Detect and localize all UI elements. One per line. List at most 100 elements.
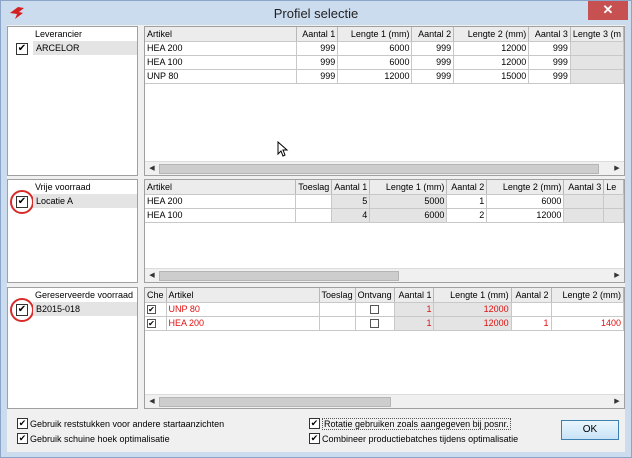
col-header[interactable]: Lengte 2 (mm) xyxy=(486,180,565,195)
cell[interactable] xyxy=(570,55,624,70)
col-header[interactable]: Che xyxy=(145,288,167,303)
cell[interactable] xyxy=(319,302,356,317)
cell[interactable]: 2 xyxy=(446,208,488,223)
cell[interactable]: 999 xyxy=(296,55,339,70)
cell[interactable] xyxy=(295,208,333,223)
cell[interactable] xyxy=(603,194,624,209)
cell[interactable] xyxy=(295,194,333,209)
cell[interactable]: HEA 200 xyxy=(145,194,297,209)
cell[interactable]: 999 xyxy=(411,41,455,56)
cell[interactable] xyxy=(551,302,624,317)
col-header[interactable]: Lengte 2 (mm) xyxy=(551,288,624,303)
col-header[interactable]: Aantal 3 xyxy=(563,180,605,195)
combine-batches-checkbox[interactable]: ✔ xyxy=(309,433,320,445)
cell[interactable] xyxy=(563,208,605,223)
scroll-thumb[interactable] xyxy=(159,164,599,174)
title-bar[interactable]: Profiel selectie ✕ xyxy=(1,1,631,25)
col-header[interactable]: Lengte 3 (m xyxy=(570,27,624,42)
row-check-cell[interactable]: ✔ xyxy=(145,302,167,317)
cell[interactable]: 12000 xyxy=(453,41,530,56)
row-check-checkbox[interactable]: ✔ xyxy=(147,305,156,315)
supplier-item[interactable]: ARCELOR xyxy=(33,41,137,55)
combine-batches-option[interactable]: ✔ Combineer productiebatches tijdens opti… xyxy=(309,432,518,446)
received-cell[interactable] xyxy=(355,302,395,317)
cell[interactable]: 1 xyxy=(394,302,435,317)
row-check-checkbox[interactable]: ✔ xyxy=(147,319,156,329)
cell[interactable]: 1400 xyxy=(551,316,624,331)
scroll-thumb[interactable] xyxy=(159,271,399,281)
cell[interactable]: 6000 xyxy=(369,208,448,223)
received-checkbox[interactable] xyxy=(369,319,379,329)
horizontal-scrollbar[interactable]: ◀ ▶ xyxy=(145,161,624,175)
cell[interactable]: 12000 xyxy=(433,302,512,317)
scroll-left-icon[interactable]: ◀ xyxy=(147,164,157,174)
cell[interactable]: 999 xyxy=(528,41,571,56)
cell[interactable]: 1 xyxy=(394,316,435,331)
cell[interactable]: UNP 80 xyxy=(145,69,297,84)
col-header[interactable]: Toeslag xyxy=(319,288,356,303)
cell[interactable] xyxy=(570,69,624,84)
use-remnants-checkbox[interactable]: ✔ xyxy=(17,418,28,430)
scroll-right-icon[interactable]: ▶ xyxy=(612,397,622,407)
supplier-checkbox[interactable]: ✔ xyxy=(16,43,28,55)
col-header[interactable]: Aantal 1 xyxy=(331,180,371,195)
col-header[interactable]: Lengte 1 (mm) xyxy=(337,27,413,42)
row-check-cell[interactable]: ✔ xyxy=(145,316,167,331)
cell[interactable]: 999 xyxy=(411,55,455,70)
cell[interactable] xyxy=(603,208,624,223)
table-row[interactable]: HEA 200 999 6000 999 12000 999 xyxy=(145,41,624,56)
cell[interactable]: 6000 xyxy=(337,55,413,70)
cell[interactable]: 1 xyxy=(446,194,488,209)
col-header[interactable]: Toeslag xyxy=(295,180,333,195)
cell[interactable]: 5 xyxy=(331,194,371,209)
scroll-left-icon[interactable]: ◀ xyxy=(147,271,157,281)
received-cell[interactable] xyxy=(355,316,395,331)
cell[interactable]: 12000 xyxy=(486,208,565,223)
col-header[interactable]: Lengte 1 (mm) xyxy=(369,180,448,195)
close-button[interactable]: ✕ xyxy=(588,1,628,20)
cell[interactable]: 999 xyxy=(296,41,339,56)
cell[interactable] xyxy=(511,302,552,317)
free-stock-item[interactable]: Locatie A xyxy=(33,194,137,208)
cell[interactable]: 999 xyxy=(528,55,571,70)
cell[interactable]: HEA 100 xyxy=(145,208,297,223)
table-row[interactable]: ✔ UNP 80 1 12000 xyxy=(145,302,624,317)
col-header[interactable]: Aantal 1 xyxy=(296,27,339,42)
table-row[interactable]: ✔ HEA 200 1 12000 1 1400 xyxy=(145,316,624,331)
col-header[interactable]: Aantal 2 xyxy=(511,288,552,303)
rotation-option[interactable]: ✔ Rotatie gebruiken zoals aangegeven bij … xyxy=(309,417,511,431)
col-header[interactable]: Lengte 2 (mm) xyxy=(453,27,530,42)
cell[interactable]: HEA 100 xyxy=(145,55,297,70)
use-remnants-option[interactable]: ✔ Gebruik reststukken voor andere startaa… xyxy=(17,417,224,431)
cell[interactable]: 12000 xyxy=(337,69,413,84)
col-header[interactable]: Artikel xyxy=(145,180,297,195)
table-row[interactable]: HEA 100 999 6000 999 12000 999 xyxy=(145,55,624,70)
cell[interactable] xyxy=(319,316,356,331)
scroll-right-icon[interactable]: ▶ xyxy=(612,164,622,174)
col-header[interactable]: Aantal 2 xyxy=(411,27,455,42)
col-header[interactable]: Lengte 1 (mm) xyxy=(433,288,512,303)
scroll-left-icon[interactable]: ◀ xyxy=(147,397,157,407)
cell[interactable]: 12000 xyxy=(433,316,512,331)
col-header[interactable]: Aantal 1 xyxy=(394,288,435,303)
cell[interactable] xyxy=(570,41,624,56)
ok-button[interactable]: OK xyxy=(561,420,619,440)
col-header[interactable]: Aantal 2 xyxy=(446,180,488,195)
cell[interactable]: 6000 xyxy=(337,41,413,56)
col-header[interactable]: Aantal 3 xyxy=(528,27,571,42)
col-header[interactable]: Artikel xyxy=(145,27,297,42)
cell[interactable]: 12000 xyxy=(453,55,530,70)
table-row[interactable]: HEA 100 4 6000 2 12000 xyxy=(145,208,624,223)
cell[interactable]: UNP 80 xyxy=(166,302,320,317)
cell[interactable]: 999 xyxy=(528,69,571,84)
cell[interactable]: HEA 200 xyxy=(166,316,320,331)
table-row[interactable]: UNP 80 999 12000 999 15000 999 xyxy=(145,69,624,84)
cell[interactable] xyxy=(563,194,605,209)
horizontal-scrollbar[interactable]: ◀ ▶ xyxy=(145,268,624,282)
received-checkbox[interactable] xyxy=(369,305,379,315)
scroll-right-icon[interactable]: ▶ xyxy=(612,271,622,281)
scroll-thumb[interactable] xyxy=(159,397,391,407)
rotation-checkbox[interactable]: ✔ xyxy=(309,418,320,430)
col-header[interactable]: Le xyxy=(603,180,624,195)
horizontal-scrollbar[interactable]: ◀ ▶ xyxy=(145,394,624,408)
